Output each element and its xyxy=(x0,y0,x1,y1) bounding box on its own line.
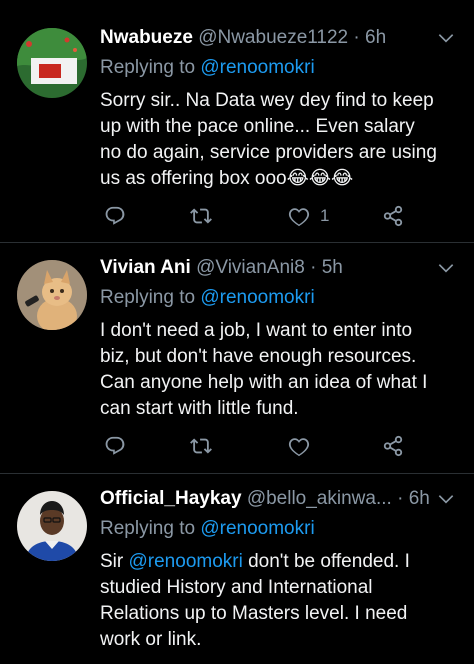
replying-mention-link[interactable]: @renoomokri xyxy=(200,518,314,539)
like-button[interactable] xyxy=(288,432,310,460)
tweet-card-nwabueze[interactable]: Nwabueze @Nwabueze1122 · 6h Replying to … xyxy=(0,0,474,243)
flag-avatar-icon xyxy=(17,28,87,98)
author-handle[interactable]: @VivianAni8 xyxy=(196,257,305,278)
text-prefix: Sir xyxy=(100,551,129,572)
tweet-time[interactable]: 5h xyxy=(322,257,343,278)
retweet-icon xyxy=(190,205,212,227)
author-name[interactable]: Vivian Ani xyxy=(100,257,191,278)
tweet-paragraph: I don't need a job, I want to enter into… xyxy=(100,320,417,367)
tweet-header: Nwabueze @Nwabueze1122 · 6h xyxy=(100,24,430,52)
retweet-button[interactable] xyxy=(190,202,212,230)
author-handle[interactable]: @Nwabueze1122 xyxy=(198,27,348,48)
tweet-header: Vivian Ani @VivianAni8 · 5h xyxy=(100,254,430,282)
share-icon xyxy=(382,205,404,227)
heart-icon xyxy=(288,205,310,227)
like-count: 1 xyxy=(320,206,330,225)
chevron-down-icon[interactable] xyxy=(436,489,456,509)
person-avatar-icon xyxy=(17,491,87,561)
tweet-actions xyxy=(100,432,420,460)
tweet-text: Sir @renoomokri don't be offended. I stu… xyxy=(100,549,440,653)
reply-button[interactable] xyxy=(104,432,126,460)
retweet-button[interactable] xyxy=(190,432,212,460)
share-icon xyxy=(382,435,404,457)
replying-to-line: Replying to @renoomokri xyxy=(100,54,315,82)
reply-timeline: Nwabueze @Nwabueze1122 · 6h Replying to … xyxy=(0,0,474,664)
dot-separator: · xyxy=(310,257,317,278)
replying-to-line: Replying to @renoomokri xyxy=(100,284,315,312)
like-button[interactable]: 1 xyxy=(288,202,329,230)
tweet-time[interactable]: 6h xyxy=(409,488,430,509)
avatar[interactable] xyxy=(17,260,87,330)
tweet-paragraph: Sorry sir.. Na Data wey dey find to keep… xyxy=(100,90,437,189)
dot-separator: · xyxy=(353,27,360,48)
tweet-actions: 1 xyxy=(100,202,420,230)
tweet-paragraph: Can anyone help with an idea of what I c… xyxy=(100,372,428,419)
inline-mention-link[interactable]: @renoomokri xyxy=(129,551,243,572)
tweet-paragraph: Sir @renoomokri don't be offended. I stu… xyxy=(100,549,440,653)
replying-to-line: Replying to @renoomokri xyxy=(100,515,315,543)
tweet-time[interactable]: 6h xyxy=(365,27,386,48)
author-name[interactable]: Official_Haykay xyxy=(100,488,242,509)
replying-mention-link[interactable]: @renoomokri xyxy=(200,287,314,308)
tweet-text: I don't need a job, I want to enter into… xyxy=(100,318,440,422)
avatar[interactable] xyxy=(17,28,87,98)
chevron-down-icon[interactable] xyxy=(436,28,456,48)
avatar[interactable] xyxy=(17,491,87,561)
replying-label: Replying to xyxy=(100,287,196,308)
tweet-card-vivian[interactable]: Vivian Ani @VivianAni8 · 5h Replying to … xyxy=(0,243,474,474)
author-name[interactable]: Nwabueze xyxy=(100,27,193,48)
replying-mention-link[interactable]: @renoomokri xyxy=(200,57,314,78)
cat-avatar-icon xyxy=(17,260,87,330)
replying-label: Replying to xyxy=(100,518,196,539)
tweet-text: Sorry sir.. Na Data wey dey find to keep… xyxy=(100,88,440,192)
reply-button[interactable] xyxy=(104,202,126,230)
chevron-down-icon[interactable] xyxy=(436,258,456,278)
share-button[interactable] xyxy=(382,432,404,460)
share-button[interactable] xyxy=(382,202,404,230)
tweet-header: Official_Haykay @bello_akinwa... · 6h xyxy=(100,485,430,513)
tweet-card-haykay[interactable]: Official_Haykay @bello_akinwa... · 6h Re… xyxy=(0,474,474,664)
retweet-icon xyxy=(190,435,212,457)
reply-icon xyxy=(104,205,126,227)
heart-icon xyxy=(288,435,310,457)
replying-label: Replying to xyxy=(100,57,196,78)
author-handle[interactable]: @bello_akinwa... xyxy=(247,488,392,509)
reply-icon xyxy=(104,435,126,457)
dot-separator: · xyxy=(397,488,404,509)
